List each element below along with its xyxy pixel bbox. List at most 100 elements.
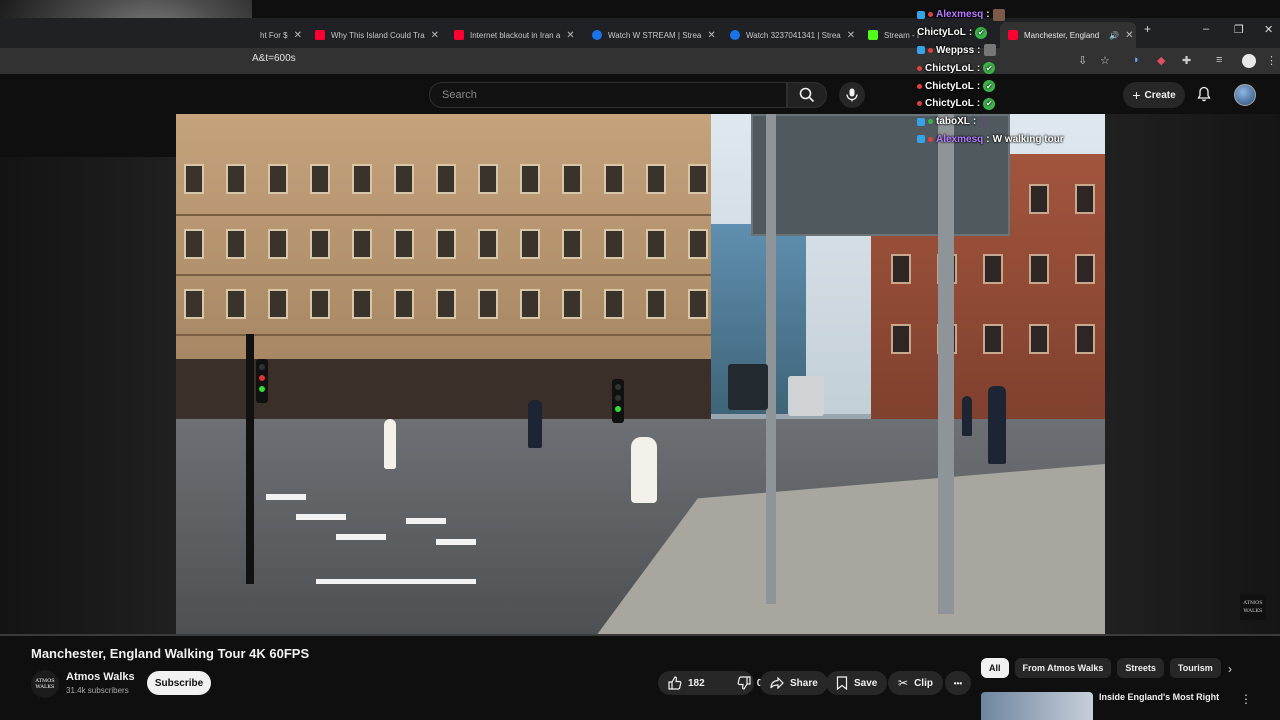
scene-windows (184, 229, 708, 259)
notifications-button[interactable] (1197, 86, 1211, 102)
speaker-icon[interactable]: 🔊 (1109, 31, 1119, 40)
channel-avatar[interactable]: ATMOS WALKS (31, 670, 59, 698)
scene-pole (246, 334, 254, 584)
share-icon (770, 677, 784, 689)
save-button[interactable]: Save (826, 671, 888, 695)
browser-tab[interactable]: ht For $ ✕ (252, 22, 307, 48)
browser-tab[interactable]: Why This Island Could Tra ✕ (307, 22, 444, 48)
chat-message: ChictyLoL: ✔ (917, 59, 1077, 77)
like-button[interactable]: 182 (658, 671, 715, 695)
emote-icon (983, 44, 996, 57)
extension-icon[interactable]: ◗ (1133, 54, 1140, 66)
plus-icon: + (1132, 87, 1141, 103)
scene-bollard (384, 419, 396, 469)
search-input[interactable]: Search (429, 82, 787, 108)
youtube-header: Search + Create (0, 74, 1280, 114)
minimize-button[interactable]: – (1203, 23, 1209, 35)
thumbs-down-icon (737, 676, 751, 690)
channel-name[interactable]: Atmos Walks (66, 671, 135, 683)
close-tab-icon[interactable]: ✕ (1125, 30, 1133, 41)
chat-message: taboXL: (917, 113, 1077, 131)
recommended-video-thumbnail[interactable] (981, 692, 1093, 720)
scene-windows (184, 164, 708, 194)
bookmark-icon (836, 676, 848, 690)
player-ambient-left (0, 157, 176, 636)
badge-icon (928, 136, 933, 142)
close-tab-icon[interactable]: ✕ (294, 30, 302, 41)
badge-icon (917, 46, 925, 55)
stream-icon (592, 30, 602, 40)
close-tab-icon[interactable]: ✕ (707, 30, 715, 41)
like-dislike-group: 182 0 (658, 671, 762, 695)
check-emote-icon: ✔ (983, 80, 996, 93)
profile-icon[interactable] (1242, 54, 1256, 68)
install-icon[interactable]: ⇩ (1078, 54, 1087, 67)
browser-tab[interactable]: Watch W STREAM | Strea ✕ (584, 22, 720, 48)
browser-tab[interactable]: Internet blackout in Iran a ✕ (446, 22, 582, 48)
scene-bollard (631, 437, 657, 503)
chat-message: Alexmesq: (917, 6, 1077, 24)
badge-icon (917, 10, 925, 19)
badge-icon (928, 47, 933, 53)
bookmark-star-icon[interactable]: ☆ (1100, 54, 1110, 67)
video-frame[interactable] (176, 114, 1105, 636)
close-window-button[interactable]: ✕ (1264, 23, 1273, 36)
restore-button[interactable]: ❐ (1234, 23, 1244, 36)
chip-streets[interactable]: Streets (1117, 658, 1164, 678)
extensions-puzzle-icon[interactable]: ✚ (1182, 54, 1191, 67)
chip-all[interactable]: All (981, 658, 1009, 678)
voice-search-button[interactable] (839, 82, 865, 108)
close-tab-icon[interactable]: ✕ (847, 30, 855, 41)
check-emote-icon: ✔ (983, 62, 996, 75)
account-avatar[interactable] (1234, 84, 1256, 106)
chat-overlay: Alexmesq: ChictyLoL: ✔ Weppss: ChictyLoL… (917, 6, 1077, 148)
scene-pedestrian (962, 396, 972, 436)
player-ambient-right (1105, 114, 1280, 636)
channel-watermark[interactable]: ATMOS WALKS (1240, 594, 1266, 620)
video-progress-bar[interactable] (0, 634, 1280, 636)
browser-tab-bar: ht For $ ✕ Why This Island Could Tra ✕ Int… (0, 18, 1280, 48)
search-icon (799, 87, 815, 103)
more-actions-button[interactable]: ••• (945, 671, 971, 695)
clip-button[interactable]: ✂ Clip (888, 671, 943, 695)
scene-pedestrian (528, 400, 542, 448)
subscriber-count: 31.4k subscribers (66, 686, 129, 695)
close-tab-icon[interactable]: ✕ (431, 30, 439, 41)
close-tab-icon[interactable]: ✕ (566, 30, 574, 41)
youtube-icon (454, 30, 464, 40)
video-title: Manchester, England Walking Tour 4K 60FP… (31, 646, 310, 661)
chip-from-channel[interactable]: From Atmos Walks (1014, 658, 1112, 678)
create-button[interactable]: + Create (1123, 82, 1185, 108)
chip-tourism[interactable]: Tourism (1169, 658, 1221, 678)
kick-icon (868, 30, 878, 40)
scene-truck (728, 364, 768, 410)
scene-truck (788, 376, 824, 416)
more-vert-icon[interactable]: ⋮ (1240, 692, 1252, 706)
subscribe-button[interactable]: Subscribe (147, 671, 211, 695)
extension-icon[interactable]: ◆ (1157, 54, 1165, 67)
browser-tab[interactable]: Watch 3237041341 | Strea ✕ (722, 22, 858, 48)
scene-pedestrian (988, 386, 1006, 464)
scene-traffic-light (256, 359, 268, 403)
related-filter-chips: All From Atmos Walks Streets Tourism (981, 658, 1221, 678)
address-bar: A&t=600s ⇩ ☆ ◗ ◆ ✚ ≡ ⋮ (0, 48, 1280, 74)
scene-windows (184, 289, 708, 319)
badge-icon (928, 119, 933, 125)
share-button[interactable]: Share (760, 671, 828, 695)
chevron-right-icon[interactable]: › (1228, 662, 1232, 676)
badge-icon (917, 83, 922, 89)
recommended-video-title[interactable]: Inside England's Most Right (1099, 692, 1219, 702)
bell-icon (1197, 86, 1211, 102)
browser-menu-icon[interactable]: ⋮ (1266, 54, 1277, 67)
url-field[interactable]: A&t=600s (252, 53, 296, 64)
badge-icon (917, 117, 925, 126)
check-emote-icon: ✔ (975, 26, 988, 39)
new-tab-button[interactable]: + (1144, 22, 1151, 36)
emote-icon (979, 115, 992, 128)
microphone-icon (846, 88, 858, 102)
check-emote-icon: ✔ (983, 97, 996, 110)
emote-icon (992, 8, 1005, 21)
search-button[interactable] (787, 82, 827, 108)
media-control-icon[interactable]: ≡ (1216, 54, 1222, 66)
youtube-icon (315, 30, 325, 40)
